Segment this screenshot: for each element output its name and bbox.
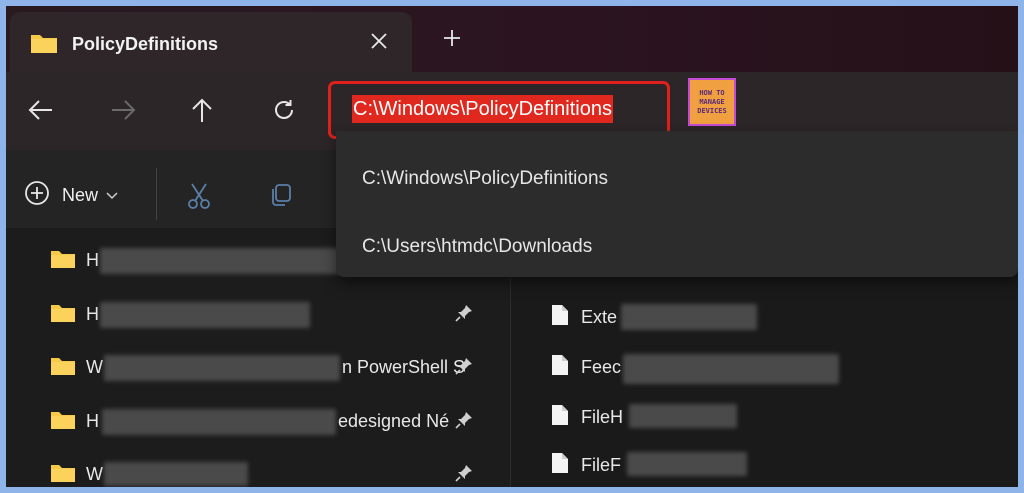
list-item-label-suffix: edesigned Né bbox=[338, 411, 450, 431]
blurred-text bbox=[627, 452, 747, 476]
file-row[interactable]: Exte bbox=[551, 302, 951, 332]
address-suggestions-dropdown: C:\Windows\PolicyDefinitions C:\Users\ht… bbox=[336, 131, 1018, 277]
list-item-label: H bbox=[86, 304, 99, 324]
file-row[interactable]: FileH bbox=[551, 402, 951, 432]
logo-line-2: MANAGE bbox=[699, 97, 725, 106]
refresh-icon[interactable] bbox=[272, 98, 296, 127]
copy-icon[interactable] bbox=[268, 182, 294, 213]
file-row[interactable]: FileF bbox=[551, 450, 951, 480]
file-icon bbox=[551, 452, 569, 479]
blurred-text bbox=[100, 302, 310, 328]
file-icon bbox=[551, 404, 569, 431]
file-name: Feec bbox=[581, 357, 622, 377]
suggestion-item[interactable]: C:\Windows\PolicyDefinitions bbox=[362, 168, 608, 190]
blurred-text bbox=[621, 304, 757, 330]
arrow-left-icon[interactable] bbox=[28, 98, 54, 127]
new-tab-icon[interactable] bbox=[442, 28, 462, 53]
suggestion-item[interactable]: C:\Users\htmdc\Downloads bbox=[362, 236, 592, 258]
arrow-up-icon[interactable] bbox=[190, 98, 214, 129]
blurred-text bbox=[629, 404, 737, 428]
list-item[interactable]: H bbox=[50, 300, 510, 330]
list-item[interactable]: W bbox=[50, 460, 510, 487]
folder-icon bbox=[50, 249, 76, 274]
pin-icon[interactable] bbox=[454, 410, 474, 435]
folder-icon bbox=[50, 303, 76, 328]
pin-icon[interactable] bbox=[454, 303, 474, 328]
folder-icon bbox=[50, 356, 76, 381]
file-name: FileH bbox=[581, 407, 624, 427]
chevron-down-icon bbox=[106, 187, 118, 205]
blurred-text bbox=[102, 409, 336, 435]
plus-circle-icon bbox=[24, 180, 50, 211]
list-item-label: H bbox=[86, 411, 99, 431]
new-button-label: New bbox=[62, 185, 99, 205]
list-item[interactable]: W n PowerShell S bbox=[50, 353, 510, 383]
blurred-text bbox=[623, 354, 839, 384]
tab-policydefinitions[interactable]: PolicyDefinitions bbox=[10, 12, 412, 72]
file-name: FileF bbox=[581, 455, 621, 475]
htmd-logo: HOW TO MANAGE DEVICES bbox=[688, 78, 736, 126]
logo-line-1: HOW TO bbox=[699, 88, 725, 97]
list-item-label: H bbox=[86, 250, 99, 270]
blurred-text bbox=[104, 355, 340, 381]
folder-icon bbox=[30, 32, 58, 59]
file-icon bbox=[551, 354, 569, 381]
list-item-label: W bbox=[86, 357, 103, 377]
command-toolbar: New bbox=[6, 150, 336, 228]
new-button[interactable]: New bbox=[24, 180, 118, 211]
list-item-label: W bbox=[86, 464, 103, 484]
folder-icon bbox=[50, 410, 76, 435]
arrow-right-icon[interactable] bbox=[110, 98, 136, 127]
scissors-icon[interactable] bbox=[186, 182, 212, 215]
logo-line-3: DEVICES bbox=[697, 106, 727, 115]
blurred-text bbox=[100, 248, 340, 274]
folder-icon bbox=[50, 463, 76, 487]
address-input[interactable]: C:\Windows\PolicyDefinitions bbox=[352, 95, 613, 123]
pin-icon[interactable] bbox=[454, 463, 474, 487]
toolbar-divider bbox=[156, 168, 157, 220]
pin-icon[interactable] bbox=[454, 356, 474, 381]
tab-title: PolicyDefinitions bbox=[72, 34, 219, 54]
file-explorer-window: PolicyDefinitions C:\Windows\PolicyDefin… bbox=[6, 6, 1018, 487]
list-item-label-suffix: n PowerShell S bbox=[342, 357, 466, 377]
title-bar: PolicyDefinitions bbox=[6, 6, 1018, 72]
file-icon bbox=[551, 304, 569, 331]
file-row[interactable]: Feec bbox=[551, 352, 951, 384]
close-tab-icon[interactable] bbox=[370, 32, 388, 55]
list-item[interactable]: H edesigned Né bbox=[50, 407, 510, 437]
blurred-text bbox=[104, 462, 248, 486]
file-name: Exte bbox=[581, 307, 618, 327]
